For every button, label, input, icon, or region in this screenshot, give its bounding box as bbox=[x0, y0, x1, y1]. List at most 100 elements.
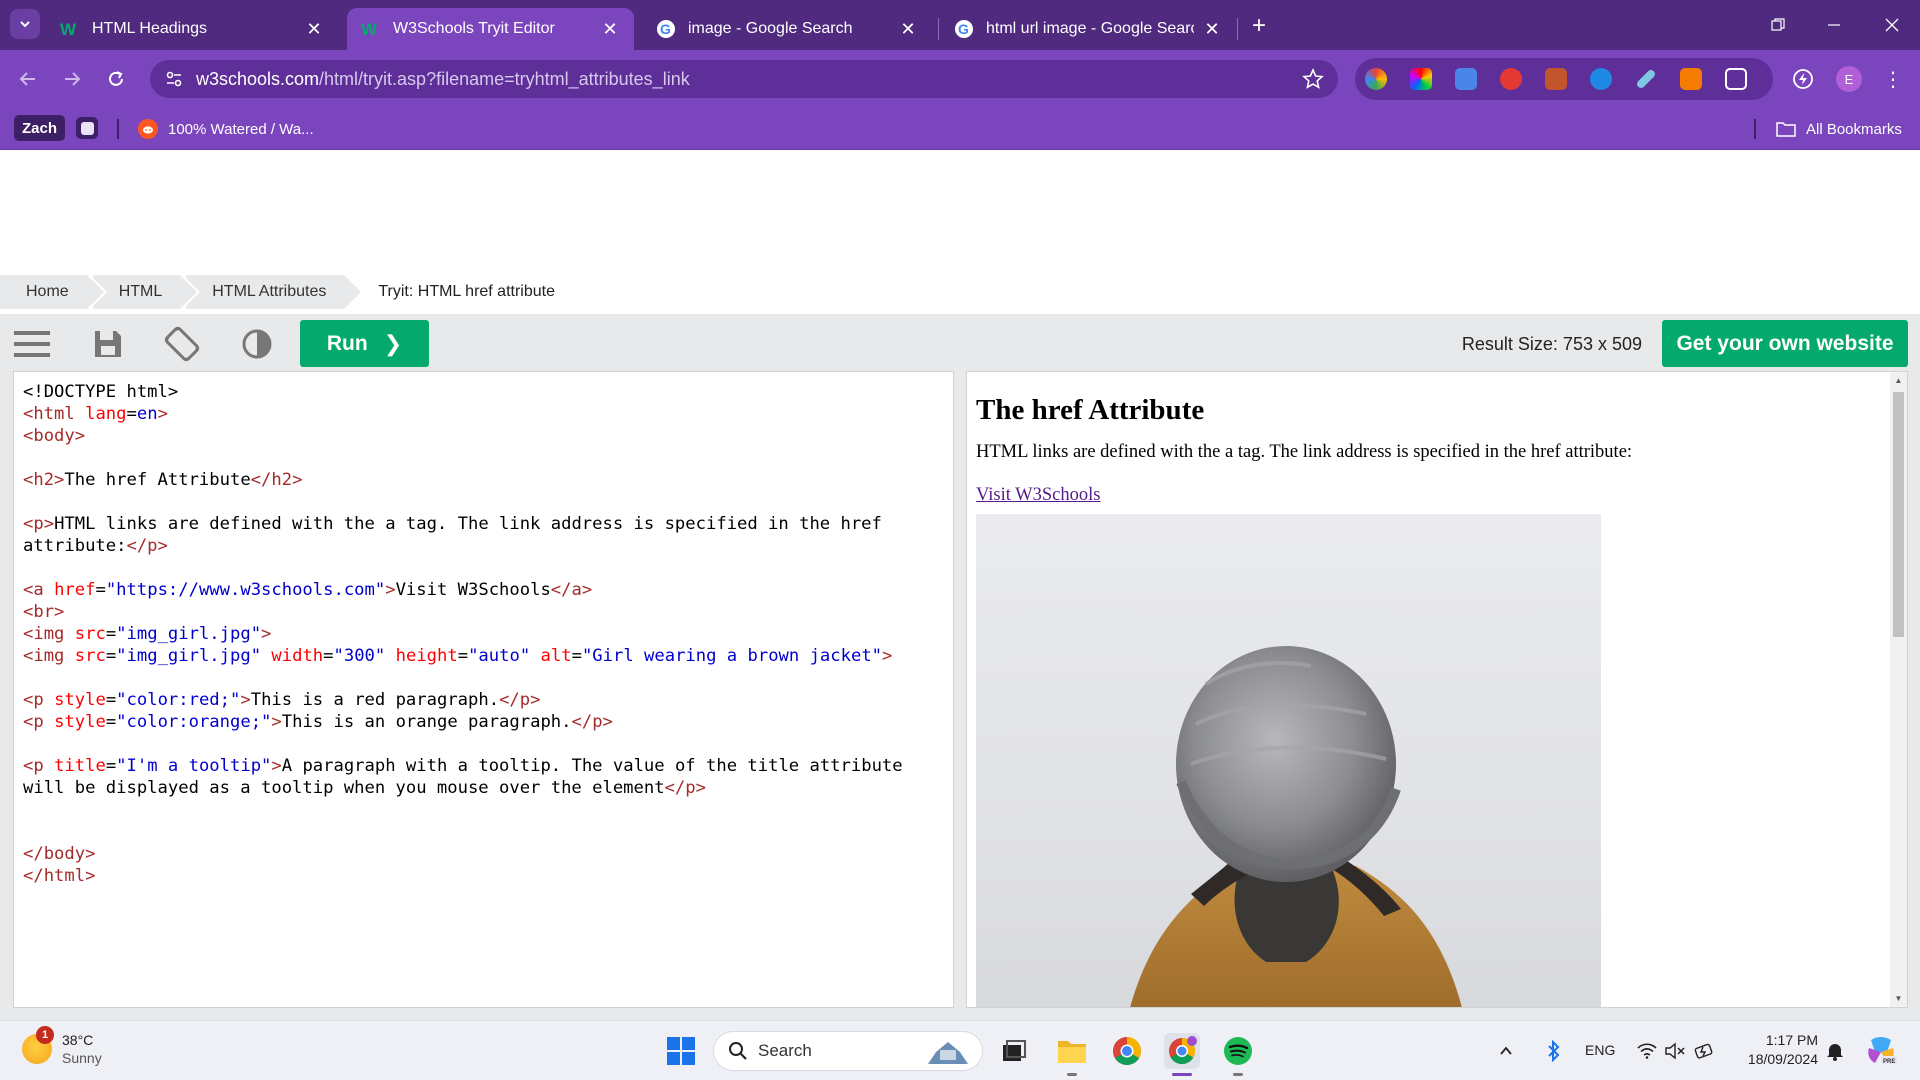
code-line[interactable]: <!DOCTYPE html> bbox=[23, 381, 953, 403]
close-icon[interactable]: ✕ bbox=[304, 19, 324, 39]
system-clock[interactable]: 1:17 PM 18/09/2024 bbox=[1730, 1031, 1818, 1069]
tab-image-google-search[interactable]: G image - Google Search ✕ bbox=[642, 8, 932, 50]
save-icon[interactable] bbox=[88, 324, 128, 364]
search-icon bbox=[729, 1042, 747, 1060]
code-editor[interactable]: <!DOCTYPE html><html lang=en><body>​<h2>… bbox=[13, 371, 954, 1008]
copilot-icon[interactable]: PRE bbox=[1861, 1033, 1901, 1069]
menu-icon[interactable] bbox=[12, 324, 52, 364]
code-line[interactable]: <img src="img_girl.jpg" width="300" heig… bbox=[23, 645, 953, 667]
forward-button[interactable] bbox=[56, 63, 88, 95]
breadcrumb-home[interactable]: Home bbox=[0, 275, 107, 309]
code-line[interactable]: <img src="img_girl.jpg"> bbox=[23, 623, 953, 645]
language-indicator[interactable]: ENG bbox=[1585, 1042, 1615, 1058]
back-button[interactable] bbox=[12, 63, 44, 95]
scroll-down-arrow-icon[interactable]: ▼ bbox=[1894, 994, 1903, 1003]
menu-kebab-icon[interactable]: ⋮ bbox=[1880, 66, 1906, 92]
tab-strip: W HTML Headings ✕ W W3Schools Tryit Edit… bbox=[0, 0, 1920, 50]
close-icon[interactable]: ✕ bbox=[898, 19, 918, 39]
get-your-own-website-button[interactable]: Get your own website bbox=[1662, 320, 1908, 367]
code-line[interactable]: <br> bbox=[23, 601, 953, 623]
new-tab-button[interactable]: + bbox=[1245, 12, 1273, 40]
code-line[interactable]: <h2>The href Attribute</h2> bbox=[23, 469, 953, 491]
spotify-icon[interactable] bbox=[1220, 1033, 1256, 1069]
book-extension-icon[interactable] bbox=[1545, 68, 1567, 90]
result-size-text: Result Size: 753 x 509 bbox=[1461, 334, 1642, 354]
address-bar[interactable]: w3schools.com/html/tryit.asp?filename=tr… bbox=[150, 60, 1338, 98]
fox-extension-icon[interactable] bbox=[1680, 68, 1702, 90]
translate-extension-icon[interactable] bbox=[1455, 68, 1477, 90]
code-line[interactable]: ​ bbox=[23, 491, 953, 513]
breadcrumb-html-attributes[interactable]: HTML Attributes bbox=[186, 275, 365, 309]
code-line[interactable]: will be displayed as a tooltip when you … bbox=[23, 777, 953, 799]
profile-avatar[interactable]: E bbox=[1836, 66, 1862, 92]
run-button[interactable]: Run ❯ bbox=[300, 320, 429, 367]
file-explorer-icon[interactable] bbox=[1054, 1033, 1090, 1069]
close-icon[interactable]: ✕ bbox=[600, 19, 620, 39]
color-picker-extension-icon[interactable] bbox=[1365, 68, 1387, 90]
code-content[interactable]: <!DOCTYPE html><html lang=en><body>​<h2>… bbox=[14, 372, 953, 887]
code-line[interactable]: </html> bbox=[23, 865, 953, 887]
restore-button[interactable] bbox=[1750, 0, 1806, 50]
code-line[interactable]: <a href="https://www.w3schools.com">Visi… bbox=[23, 579, 953, 601]
chevron-up-icon[interactable] bbox=[1494, 1033, 1518, 1069]
code-line[interactable]: <p style="color:red;">This is a red para… bbox=[23, 689, 953, 711]
code-line[interactable]: ​ bbox=[23, 821, 953, 843]
code-line[interactable]: ​ bbox=[23, 799, 953, 821]
all-bookmarks-button[interactable]: All Bookmarks bbox=[1776, 116, 1902, 142]
code-line[interactable]: <body> bbox=[23, 425, 953, 447]
chrome-profile-icon[interactable] bbox=[1164, 1033, 1200, 1069]
code-line[interactable]: <html lang=en> bbox=[23, 403, 953, 425]
w3schools-icon: W bbox=[361, 19, 381, 39]
tryit-toolbar: Run ❯ Result Size: 753 x 509 Get your ow… bbox=[0, 314, 1920, 372]
code-line[interactable]: <p title="I'm a tooltip">A paragraph wit… bbox=[23, 755, 953, 777]
code-line[interactable]: ​ bbox=[23, 447, 953, 469]
result-frame[interactable]: The href Attribute HTML links are define… bbox=[966, 371, 1908, 1008]
code-line[interactable]: ​ bbox=[23, 667, 953, 689]
taskbar-search[interactable]: Search bbox=[713, 1031, 983, 1071]
bookmark-square-icon[interactable] bbox=[76, 117, 98, 139]
bookmark-divider bbox=[1754, 119, 1756, 139]
code-line[interactable]: <p>HTML links are defined with the a tag… bbox=[23, 513, 953, 535]
rotate-orientation-icon[interactable] bbox=[162, 324, 202, 364]
stop-extension-icon[interactable] bbox=[1500, 68, 1522, 90]
bookmark-watered[interactable]: 100% Watered / Wa... bbox=[138, 116, 314, 142]
result-scrollbar[interactable]: ▲ ▼ bbox=[1890, 372, 1907, 1007]
close-icon[interactable]: ✕ bbox=[1202, 19, 1222, 39]
scroll-thumb[interactable] bbox=[1893, 392, 1904, 637]
reload-button[interactable] bbox=[100, 63, 132, 95]
site-info-icon[interactable] bbox=[164, 69, 184, 89]
volume-muted-icon[interactable] bbox=[1662, 1033, 1688, 1069]
weather-widget[interactable]: 1 38°C Sunny bbox=[22, 1026, 102, 1067]
notification-bell-icon[interactable] bbox=[1820, 1033, 1850, 1069]
wifi-icon[interactable] bbox=[1634, 1033, 1660, 1069]
task-view-icon[interactable] bbox=[996, 1033, 1032, 1069]
code-line[interactable]: </body> bbox=[23, 843, 953, 865]
code-line[interactable]: ​ bbox=[23, 557, 953, 579]
code-line[interactable]: ​ bbox=[23, 733, 953, 755]
color-extension-icon[interactable] bbox=[1410, 68, 1432, 90]
puzzle-icon[interactable] bbox=[1725, 68, 1747, 90]
minimize-button[interactable] bbox=[1806, 0, 1862, 50]
windows-taskbar: 1 38°C Sunny Search ENG 1:17 PM 18/09/20… bbox=[0, 1020, 1920, 1080]
bookmark-star-icon[interactable] bbox=[1302, 67, 1324, 90]
visit-w3schools-link[interactable]: Visit W3Schools bbox=[976, 485, 1100, 506]
pen-extension-icon[interactable] bbox=[1635, 68, 1657, 90]
bluetooth-icon[interactable] bbox=[1542, 1033, 1566, 1069]
tab-tryit-editor[interactable]: W W3Schools Tryit Editor ✕ bbox=[347, 8, 634, 50]
tab-search-button[interactable] bbox=[10, 9, 40, 39]
bookmark-zach[interactable]: Zach bbox=[14, 115, 66, 141]
battery-charging-icon[interactable] bbox=[1692, 1033, 1718, 1069]
scroll-up-arrow-icon[interactable]: ▲ bbox=[1894, 376, 1903, 385]
sync-extension-icon[interactable] bbox=[1590, 68, 1612, 90]
url-host: w3schools.com bbox=[196, 68, 320, 89]
code-line[interactable]: <p style="color:orange;">This is an oran… bbox=[23, 711, 953, 733]
code-line[interactable]: attribute:</p> bbox=[23, 535, 953, 557]
windows-start-icon[interactable] bbox=[663, 1033, 699, 1069]
performance-button[interactable] bbox=[1787, 63, 1819, 95]
close-window-button[interactable] bbox=[1864, 0, 1920, 50]
dark-mode-toggle-icon[interactable] bbox=[237, 324, 277, 364]
tab-html-headings[interactable]: W HTML Headings ✕ bbox=[46, 8, 338, 50]
google-icon: G bbox=[656, 19, 676, 39]
chrome-icon[interactable] bbox=[1109, 1033, 1145, 1069]
tab-html-url-image-google-search[interactable]: G html url image - Google Search ✕ bbox=[940, 8, 1236, 50]
